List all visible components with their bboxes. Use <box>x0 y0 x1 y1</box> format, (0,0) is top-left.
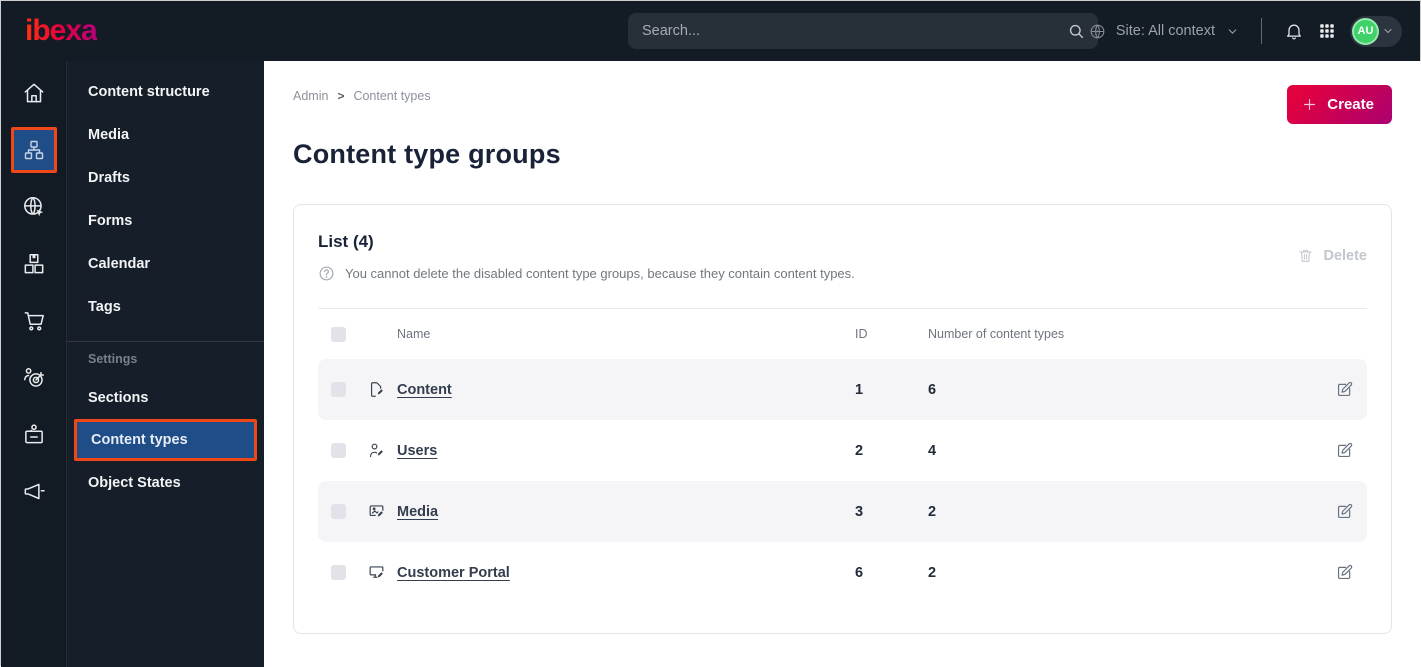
products-boxes-icon <box>11 241 57 287</box>
users-person-icon <box>367 441 397 460</box>
ibexa-logo: ibexa <box>25 14 98 47</box>
rail-item-products[interactable] <box>1 235 66 292</box>
topbar-divider <box>1261 18 1262 44</box>
help-text: You cannot delete the disabled content t… <box>345 266 855 281</box>
row-checkbox <box>331 504 346 519</box>
group-link[interactable]: Content <box>397 382 855 398</box>
group-id: 1 <box>855 381 864 398</box>
campaign-megaphone-icon <box>11 469 57 515</box>
row-checkbox <box>331 443 346 458</box>
site-context-label: Site: All context <box>1115 23 1215 39</box>
table-header: Name ID Number of content types <box>318 309 1367 359</box>
app-grid-icon[interactable] <box>1318 22 1336 40</box>
rail-item-content[interactable] <box>1 121 66 178</box>
delete-button[interactable]: Delete <box>1297 247 1367 264</box>
list-card: List (4) Delete You cannot delete the di… <box>293 204 1392 634</box>
group-count: 2 <box>928 564 937 581</box>
trash-icon <box>1297 247 1314 264</box>
content-file-icon <box>367 380 397 399</box>
notifications-bell-icon[interactable] <box>1284 21 1304 41</box>
group-id: 2 <box>855 442 864 459</box>
content-type-groups-table: Name ID Number of content types Content … <box>318 308 1367 603</box>
chevron-down-icon <box>1382 25 1394 37</box>
search-icon[interactable] <box>1067 22 1086 41</box>
group-id: 6 <box>855 564 864 581</box>
row-checkbox <box>331 382 346 397</box>
rail-item-dashboard[interactable] <box>1 64 66 121</box>
group-count: 2 <box>928 503 937 520</box>
edit-icon[interactable] <box>1335 380 1354 399</box>
sidebar-item-drafts[interactable]: Drafts <box>67 156 264 199</box>
help-circle-icon <box>318 265 335 282</box>
group-count: 6 <box>928 381 937 398</box>
global-search[interactable] <box>628 13 1098 49</box>
sidebar-item-content-structure[interactable]: Content structure <box>67 70 264 113</box>
group-id: 3 <box>855 503 864 520</box>
breadcrumb-content-types: Content types <box>353 89 431 103</box>
avatar: AU <box>1352 17 1379 45</box>
sidebar-item-object-states[interactable]: Object States <box>67 461 264 504</box>
rail-item-personalization[interactable] <box>1 349 66 406</box>
column-count: Number of content types <box>928 327 1065 341</box>
table-row-content: Content 1 6 <box>318 359 1367 420</box>
sidebar-item-content-types[interactable]: Content types <box>74 419 257 461</box>
sidebar-section-settings: Settings <box>88 352 138 366</box>
cart-icon <box>11 298 57 344</box>
main-icon-rail <box>1 61 66 667</box>
globe-icon <box>1088 22 1107 41</box>
user-menu[interactable]: AU <box>1350 15 1402 47</box>
rail-item-site[interactable] <box>1 178 66 235</box>
main-content: Admin > Content types Create Content typ… <box>264 61 1421 667</box>
table-row-customer-portal: Customer Portal 6 2 <box>318 542 1367 603</box>
sidebar-item-sections[interactable]: Sections <box>67 376 264 419</box>
edit-icon[interactable] <box>1335 441 1354 460</box>
topbar: ibexa Site: All context AU <box>1 1 1420 61</box>
sidebar-item-forms[interactable]: Forms <box>67 199 264 242</box>
edit-icon[interactable] <box>1335 502 1354 521</box>
breadcrumb: Admin > Content types <box>293 89 431 103</box>
create-button[interactable]: Create <box>1287 85 1392 124</box>
main-header: Admin > Content types Create <box>293 85 1392 125</box>
select-all-checkbox <box>331 326 346 342</box>
plus-icon <box>1301 96 1318 113</box>
group-count: 4 <box>928 442 937 459</box>
column-id: ID <box>855 327 868 341</box>
page-title: Content type groups <box>293 139 561 169</box>
group-link[interactable]: Customer Portal <box>397 565 855 581</box>
chevron-down-icon <box>1226 25 1239 38</box>
rail-item-commerce[interactable] <box>1 292 66 349</box>
table-row-users: Users 2 4 <box>318 420 1367 481</box>
home-icon <box>11 70 57 116</box>
rail-item-admin[interactable] <box>1 406 66 463</box>
secondary-sidebar: Content structure Media Drafts Forms Cal… <box>66 61 264 667</box>
sidebar-item-calendar[interactable]: Calendar <box>67 242 264 285</box>
create-button-label: Create <box>1327 96 1374 113</box>
group-link[interactable]: Users <box>397 443 855 459</box>
list-title: List (4) <box>318 232 374 251</box>
group-link[interactable]: Media <box>397 504 855 520</box>
row-checkbox <box>331 565 346 580</box>
sidebar-item-media[interactable]: Media <box>67 113 264 156</box>
table-row-media: Media 3 2 <box>318 481 1367 542</box>
sidebar-item-tags[interactable]: Tags <box>67 285 264 328</box>
edit-icon[interactable] <box>1335 563 1354 582</box>
delete-button-label: Delete <box>1323 247 1367 264</box>
personalization-target-icon <box>11 355 57 401</box>
admin-badge-icon <box>11 412 57 458</box>
site-globe-pointer-icon <box>11 184 57 230</box>
topbar-actions: Site: All context AU <box>1088 1 1402 61</box>
rail-item-campaign[interactable] <box>1 463 66 520</box>
site-context-selector[interactable]: Site: All context <box>1088 22 1239 41</box>
portal-monitor-icon <box>367 563 397 582</box>
breadcrumb-admin[interactable]: Admin <box>293 89 328 103</box>
help-row: You cannot delete the disabled content t… <box>318 265 1367 282</box>
search-input[interactable] <box>642 23 1067 39</box>
breadcrumb-separator: > <box>337 89 345 103</box>
column-name: Name <box>397 327 431 341</box>
content-structure-icon <box>10 126 57 173</box>
media-image-icon <box>367 502 397 521</box>
